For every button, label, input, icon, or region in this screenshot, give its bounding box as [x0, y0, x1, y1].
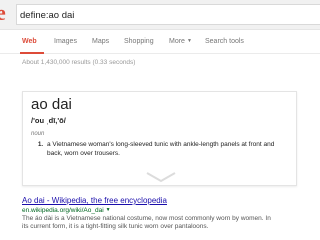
definition-part-of-speech: noun [31, 131, 45, 137]
tab-more-label: More [169, 38, 185, 45]
top-bar: e [0, 0, 320, 30]
active-tab-indicator [20, 52, 44, 54]
definition-phonetic: /'ou ˌdī,'ō/ [31, 116, 66, 125]
search-tabs: Web Images Maps Shopping More ▼ Search to… [0, 30, 320, 54]
result-stats: About 1,430,000 results (0.33 seconds) [22, 59, 136, 66]
result-title-link[interactable]: Ao dai - Wikipedia, the free encyclopedi… [22, 196, 312, 205]
google-logo[interactable]: e [0, 3, 12, 23]
result-snippet-line: The áo dài is a Vietnamese national cost… [22, 215, 271, 222]
search-box[interactable] [16, 4, 320, 25]
tab-web[interactable]: Web [22, 38, 37, 45]
tab-images[interactable]: Images [54, 38, 77, 45]
search-result: Ao dai - Wikipedia, the free encyclopedi… [22, 196, 312, 231]
definition-card: ao dai /'ou ˌdī,'ō/ noun 1. a Vietnamese… [22, 91, 297, 186]
tab-more[interactable]: More ▼ [169, 38, 192, 45]
expand-chevron-icon[interactable] [141, 171, 181, 183]
definition-meaning: a Vietnamese woman's long-sleeved tunic … [47, 141, 275, 157]
result-snippet-line: its current form, it is a tight-fitting … [22, 223, 209, 230]
definition-word: ao dai [31, 96, 72, 113]
result-url-row: en.wikipedia.org/wiki/Ao_dai ▼ [22, 207, 312, 214]
dropdown-arrow-icon[interactable]: ▼ [106, 207, 111, 213]
result-snippet: The áo dài is a Vietnamese national cost… [22, 215, 312, 231]
tab-search-tools[interactable]: Search tools [205, 38, 244, 45]
tab-shopping[interactable]: Shopping [124, 38, 154, 45]
definition-number: 1. [38, 142, 44, 148]
tab-maps[interactable]: Maps [92, 38, 109, 45]
search-input[interactable] [17, 6, 320, 25]
result-url: en.wikipedia.org/wiki/Ao_dai [22, 207, 104, 214]
chevron-down-icon: ▼ [186, 38, 192, 44]
